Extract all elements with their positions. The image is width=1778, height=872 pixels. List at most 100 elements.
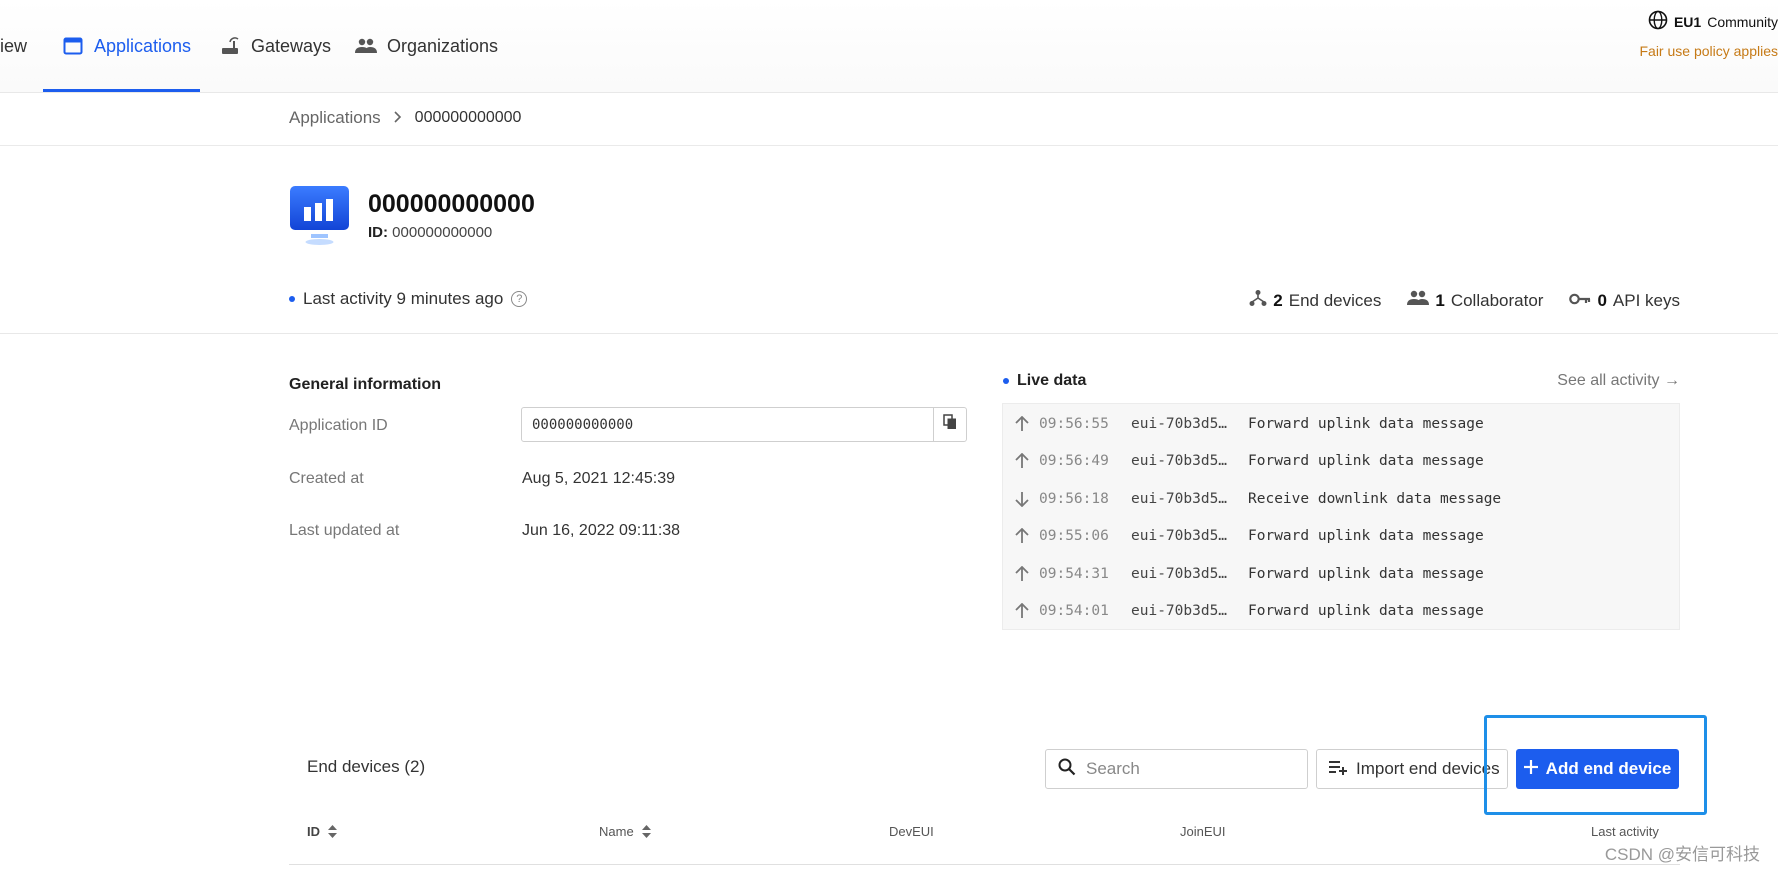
live-row-device: eui-70b3d5… <box>1131 453 1228 469</box>
application-window-icon <box>62 35 84 57</box>
copy-icon <box>943 414 957 435</box>
nav-item-applications-label: Applications <box>94 35 192 56</box>
application-logo-icon <box>289 186 350 246</box>
nav-item-overview[interactable]: iew <box>0 0 40 92</box>
end-devices-icon <box>1249 289 1267 312</box>
stat-end-devices-count: 2 <box>1273 290 1283 310</box>
sort-icon <box>641 825 651 838</box>
live-data-title-text: Live data <box>1017 372 1087 389</box>
application-id-field: 000000000000 <box>521 407 967 442</box>
stat-end-devices-label: End devices <box>1288 290 1382 310</box>
live-row-device: eui-70b3d5… <box>1131 565 1228 582</box>
arrow-up-icon <box>1015 565 1033 582</box>
nav-item-organizations[interactable]: Organizations <box>355 0 498 92</box>
search-input[interactable] <box>1086 759 1286 779</box>
created-at-value: Aug 5, 2021 12:45:39 <box>522 470 676 487</box>
live-row-time: 09:56:55 <box>1039 415 1109 432</box>
last-activity-text: Last activity 9 minutes ago <box>303 289 504 308</box>
watermark: CSDN @安信可科技 <box>1604 845 1760 864</box>
column-header-id[interactable]: ID <box>307 824 337 839</box>
application-stats: 2 End devices 1 Collaborator 0 API keys <box>1249 289 1680 312</box>
import-end-devices-label: Import end devices <box>1356 759 1500 778</box>
arrow-up-icon <box>1015 528 1033 544</box>
live-row-message: Forward uplink data message <box>1248 603 1484 619</box>
fair-use-notice[interactable]: Fair use policy applies <box>1639 43 1778 59</box>
live-data-feed: 09:56:55 eui-70b3d5… Forward uplink data m… <box>1002 403 1680 630</box>
stat-end-devices[interactable]: 2 End devices <box>1249 289 1381 312</box>
breadcrumb-current: 000000000000 <box>414 109 522 126</box>
live-status-dot <box>1003 378 1009 384</box>
arrow-up-icon <box>1015 603 1033 619</box>
copy-button[interactable] <box>933 408 966 441</box>
breadcrumb: Applications 000000000000 <box>289 108 521 128</box>
stat-api-keys-count: 0 <box>1597 290 1607 310</box>
column-header-name[interactable]: Name <box>599 824 651 839</box>
live-row-time: 09:54:01 <box>1039 603 1109 619</box>
live-row-time: 09:55:06 <box>1039 528 1109 544</box>
live-row-message: Forward uplink data message <box>1248 453 1484 469</box>
nav-item-gateways-label: Gateways <box>251 35 332 56</box>
column-header-name-label: Name <box>599 824 634 839</box>
collaborators-icon <box>1407 290 1430 311</box>
live-row-message: Receive downlink data message <box>1248 490 1502 507</box>
last-updated-value: Jun 16, 2022 09:11:38 <box>522 522 681 539</box>
live-row-message: Forward uplink data message <box>1248 565 1484 582</box>
live-data-row[interactable]: 09:56:49 eui-70b3d5… Forward uplink data m… <box>1003 443 1679 480</box>
created-at-label: Created at <box>289 470 364 487</box>
add-end-device-button[interactable]: Add end device <box>1516 749 1679 789</box>
stat-api-keys[interactable]: 0 API keys <box>1569 289 1680 312</box>
plus-icon <box>1523 759 1538 779</box>
add-end-device-label: Add end device <box>1545 759 1672 778</box>
gateway-router-icon <box>219 35 241 57</box>
live-data-row[interactable]: 09:56:18 eui-70b3d5… Receive downlink data… <box>1003 480 1679 517</box>
sort-icon <box>328 825 337 838</box>
live-row-device: eui-70b3d5… <box>1131 603 1228 619</box>
live-data-row[interactable]: 09:56:55 eui-70b3d5… Forward uplink data m… <box>1003 405 1679 442</box>
live-data-title: Live data <box>1003 372 1086 390</box>
breadcrumb-bar: Applications 000000000000 <box>0 94 1778 146</box>
header-divider <box>0 333 1778 334</box>
breadcrumb-applications-link[interactable]: Applications <box>289 108 381 128</box>
stat-collaborators-count: 1 <box>1435 290 1445 310</box>
cluster-plan: Community <box>1707 13 1778 30</box>
nav-item-gateways[interactable]: Gateways <box>219 0 331 92</box>
arrow-up-icon <box>1015 415 1033 432</box>
help-icon[interactable]: ? <box>511 291 528 307</box>
status-dot <box>289 296 295 302</box>
live-data-row[interactable]: 09:54:01 eui-70b3d5… Forward uplink data m… <box>1003 593 1679 630</box>
import-end-devices-button[interactable]: Import end devices <box>1316 749 1508 789</box>
stat-collaborators[interactable]: 1 Collaborator <box>1407 289 1543 312</box>
general-information-title: General information <box>289 376 442 393</box>
chevron-right-icon <box>393 108 403 128</box>
stat-collaborators-label: Collaborator <box>1450 290 1544 310</box>
application-id-field-value[interactable]: 000000000000 <box>522 408 933 441</box>
live-row-time: 09:56:18 <box>1039 490 1109 507</box>
column-header-deveui: DevEUI <box>889 824 934 839</box>
live-data-row[interactable]: 09:54:31 eui-70b3d5… Forward uplink data m… <box>1003 555 1679 592</box>
see-all-activity-link[interactable]: See all activity → <box>1557 372 1680 390</box>
column-header-id-label: ID <box>307 824 320 839</box>
application-title: 000000000000 <box>368 190 535 218</box>
application-id: ID: 000000000000 <box>368 224 535 241</box>
live-data-row[interactable]: 09:55:06 eui-70b3d5… Forward uplink data m… <box>1003 518 1679 555</box>
organization-people-icon <box>355 35 377 57</box>
column-header-joineui: JoinEUI <box>1180 824 1226 839</box>
live-row-device: eui-70b3d5… <box>1131 528 1228 544</box>
cluster-region: EU1 <box>1673 13 1702 30</box>
live-row-device: eui-70b3d5… <box>1131 490 1228 507</box>
last-updated-label: Last updated at <box>289 522 400 539</box>
last-activity: Last activity 9 minutes ago ? <box>289 289 528 309</box>
application-id-field-label: Application ID <box>289 417 388 434</box>
search-icon <box>1058 758 1076 781</box>
column-header-last-activity: Last activity <box>1591 824 1659 839</box>
cluster-selector[interactable]: EU1 Community Fair use policy applies <box>1639 10 1778 59</box>
application-id-value: 000000000000 <box>392 224 493 241</box>
search-field[interactable] <box>1045 749 1308 789</box>
top-navigation: iew Applications Gateways Organizations … <box>0 0 1778 93</box>
globe-icon <box>1648 10 1668 33</box>
application-id-label: ID: <box>368 224 388 241</box>
arrow-up-icon <box>1015 453 1033 469</box>
live-row-message: Forward uplink data message <box>1248 528 1484 544</box>
nav-item-applications[interactable]: Applications <box>43 0 200 92</box>
arrow-down-icon <box>1015 491 1033 507</box>
